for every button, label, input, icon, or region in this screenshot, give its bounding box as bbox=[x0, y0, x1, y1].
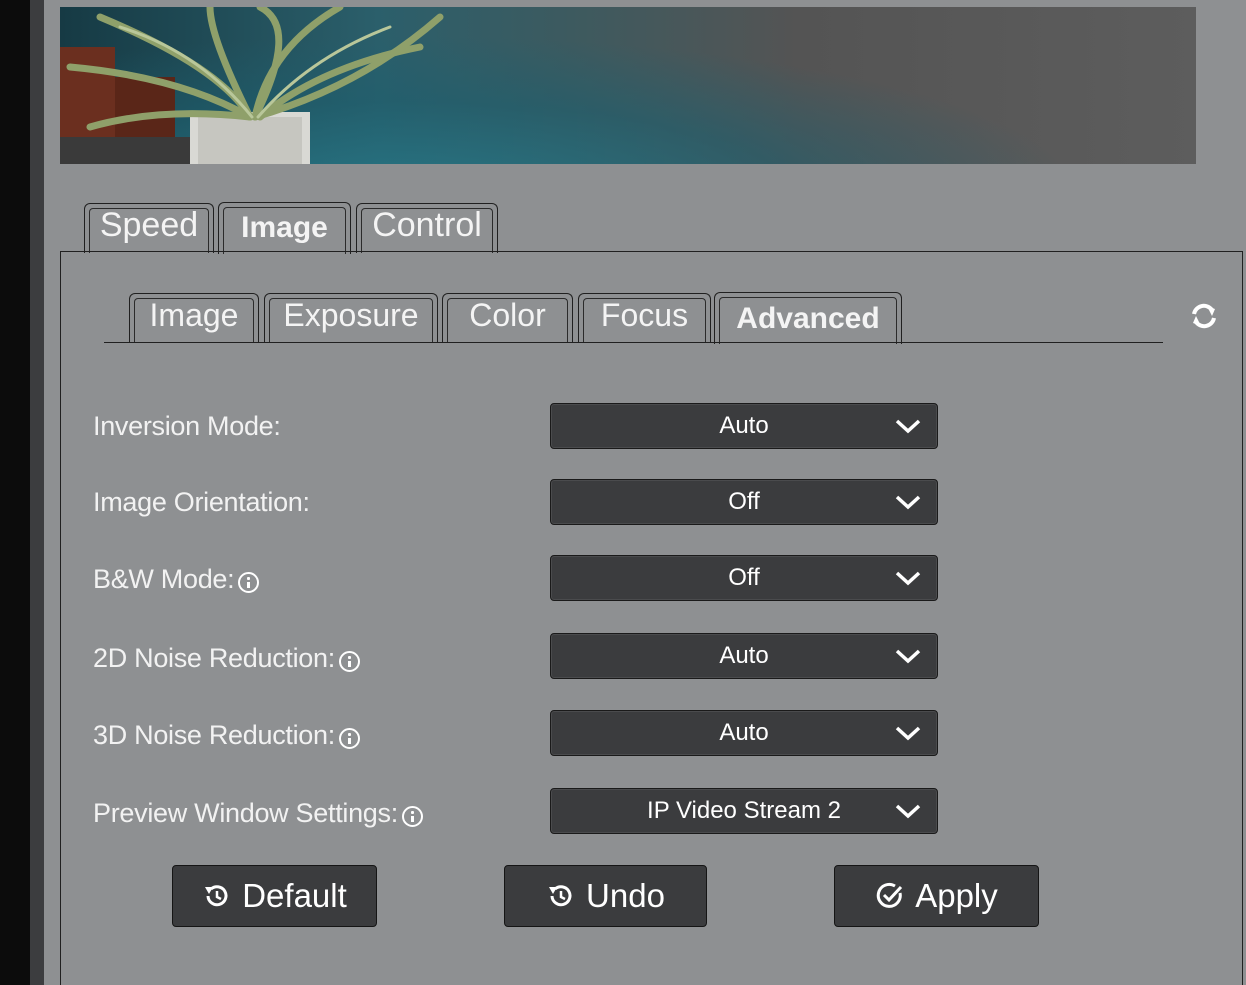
refresh-icon[interactable] bbox=[1187, 301, 1221, 331]
chevron-down-icon bbox=[895, 726, 921, 741]
bw-mode-select[interactable]: Off bbox=[550, 555, 938, 601]
chevron-down-icon bbox=[895, 649, 921, 664]
default-button-label: Default bbox=[242, 877, 347, 914]
panel-border-left bbox=[60, 251, 61, 985]
inversion-mode-select[interactable]: Auto bbox=[550, 403, 938, 449]
preview-window-settings-select[interactable]: IP Video Stream 2 bbox=[550, 788, 938, 834]
subtab-advanced[interactable]: Advanced bbox=[714, 292, 902, 344]
image-orientation-label-text: Image Orientation: bbox=[93, 487, 310, 517]
info-icon[interactable] bbox=[238, 572, 260, 593]
bw-mode-label: B&W Mode: bbox=[93, 564, 260, 595]
subtab-image[interactable]: Image bbox=[129, 293, 259, 343]
preview-window-settings-label-text: Preview Window Settings: bbox=[93, 798, 398, 828]
info-icon[interactable] bbox=[338, 651, 360, 672]
subtab-advanced-label: Advanced bbox=[736, 302, 880, 335]
tab-image-label: Image bbox=[241, 211, 328, 244]
tab-control[interactable]: Control bbox=[356, 203, 498, 253]
apply-button[interactable]: Apply bbox=[834, 865, 1039, 927]
subtab-exposure-label: Exposure bbox=[283, 297, 419, 333]
subtab-focus-label: Focus bbox=[600, 297, 689, 333]
subtab-color-label: Color bbox=[469, 297, 546, 333]
tab-image[interactable]: Image bbox=[218, 202, 351, 254]
bw-mode-label-text: B&W Mode: bbox=[93, 564, 235, 594]
noise-reduction-2d-value: Auto bbox=[719, 642, 769, 669]
noise-reduction-3d-select[interactable]: Auto bbox=[550, 710, 938, 756]
info-icon[interactable] bbox=[401, 806, 423, 827]
main-tab-divider bbox=[60, 251, 1243, 252]
noise-reduction-3d-label-text: 3D Noise Reduction: bbox=[93, 720, 335, 750]
subtab-image-label: Image bbox=[149, 297, 239, 333]
history-icon bbox=[549, 885, 572, 907]
bw-mode-value: Off bbox=[728, 564, 760, 591]
subtab-divider bbox=[104, 342, 1163, 343]
image-orientation-label: Image Orientation: bbox=[93, 487, 310, 518]
chevron-down-icon bbox=[895, 419, 921, 434]
preview-window-settings-value: IP Video Stream 2 bbox=[647, 797, 841, 824]
inversion-mode-label: Inversion Mode: bbox=[93, 411, 281, 442]
chevron-down-icon bbox=[895, 804, 921, 819]
tab-speed-label: Speed bbox=[99, 206, 199, 244]
default-button[interactable]: Default bbox=[172, 865, 377, 927]
noise-reduction-3d-value: Auto bbox=[719, 719, 769, 746]
subtab-focus[interactable]: Focus bbox=[578, 293, 711, 343]
undo-button[interactable]: Undo bbox=[504, 865, 707, 927]
sidebar-strip bbox=[30, 0, 44, 985]
image-orientation-value: Off bbox=[728, 488, 760, 515]
history-icon bbox=[205, 885, 228, 907]
apply-button-label: Apply bbox=[915, 877, 998, 914]
undo-button-label: Undo bbox=[586, 877, 665, 914]
noise-reduction-2d-select[interactable]: Auto bbox=[550, 633, 938, 679]
inversion-mode-value: Auto bbox=[719, 412, 769, 439]
inversion-mode-label-text: Inversion Mode: bbox=[93, 411, 281, 441]
camera-preview bbox=[60, 7, 1196, 164]
chevron-down-icon bbox=[895, 571, 921, 586]
preview-window-settings-label: Preview Window Settings: bbox=[93, 798, 423, 829]
noise-reduction-2d-label-text: 2D Noise Reduction: bbox=[93, 643, 335, 673]
check-circle-icon bbox=[877, 882, 903, 908]
window-edge bbox=[0, 0, 30, 985]
chevron-down-icon bbox=[895, 495, 921, 510]
tab-control-label: Control bbox=[372, 206, 482, 244]
subtab-exposure[interactable]: Exposure bbox=[264, 293, 438, 343]
subtab-color[interactable]: Color bbox=[442, 293, 573, 343]
panel-border-right bbox=[1242, 251, 1243, 985]
noise-reduction-2d-label: 2D Noise Reduction: bbox=[93, 643, 360, 674]
image-orientation-select[interactable]: Off bbox=[550, 479, 938, 525]
info-icon[interactable] bbox=[338, 728, 360, 749]
tab-speed[interactable]: Speed bbox=[84, 203, 214, 253]
noise-reduction-3d-label: 3D Noise Reduction: bbox=[93, 720, 360, 751]
